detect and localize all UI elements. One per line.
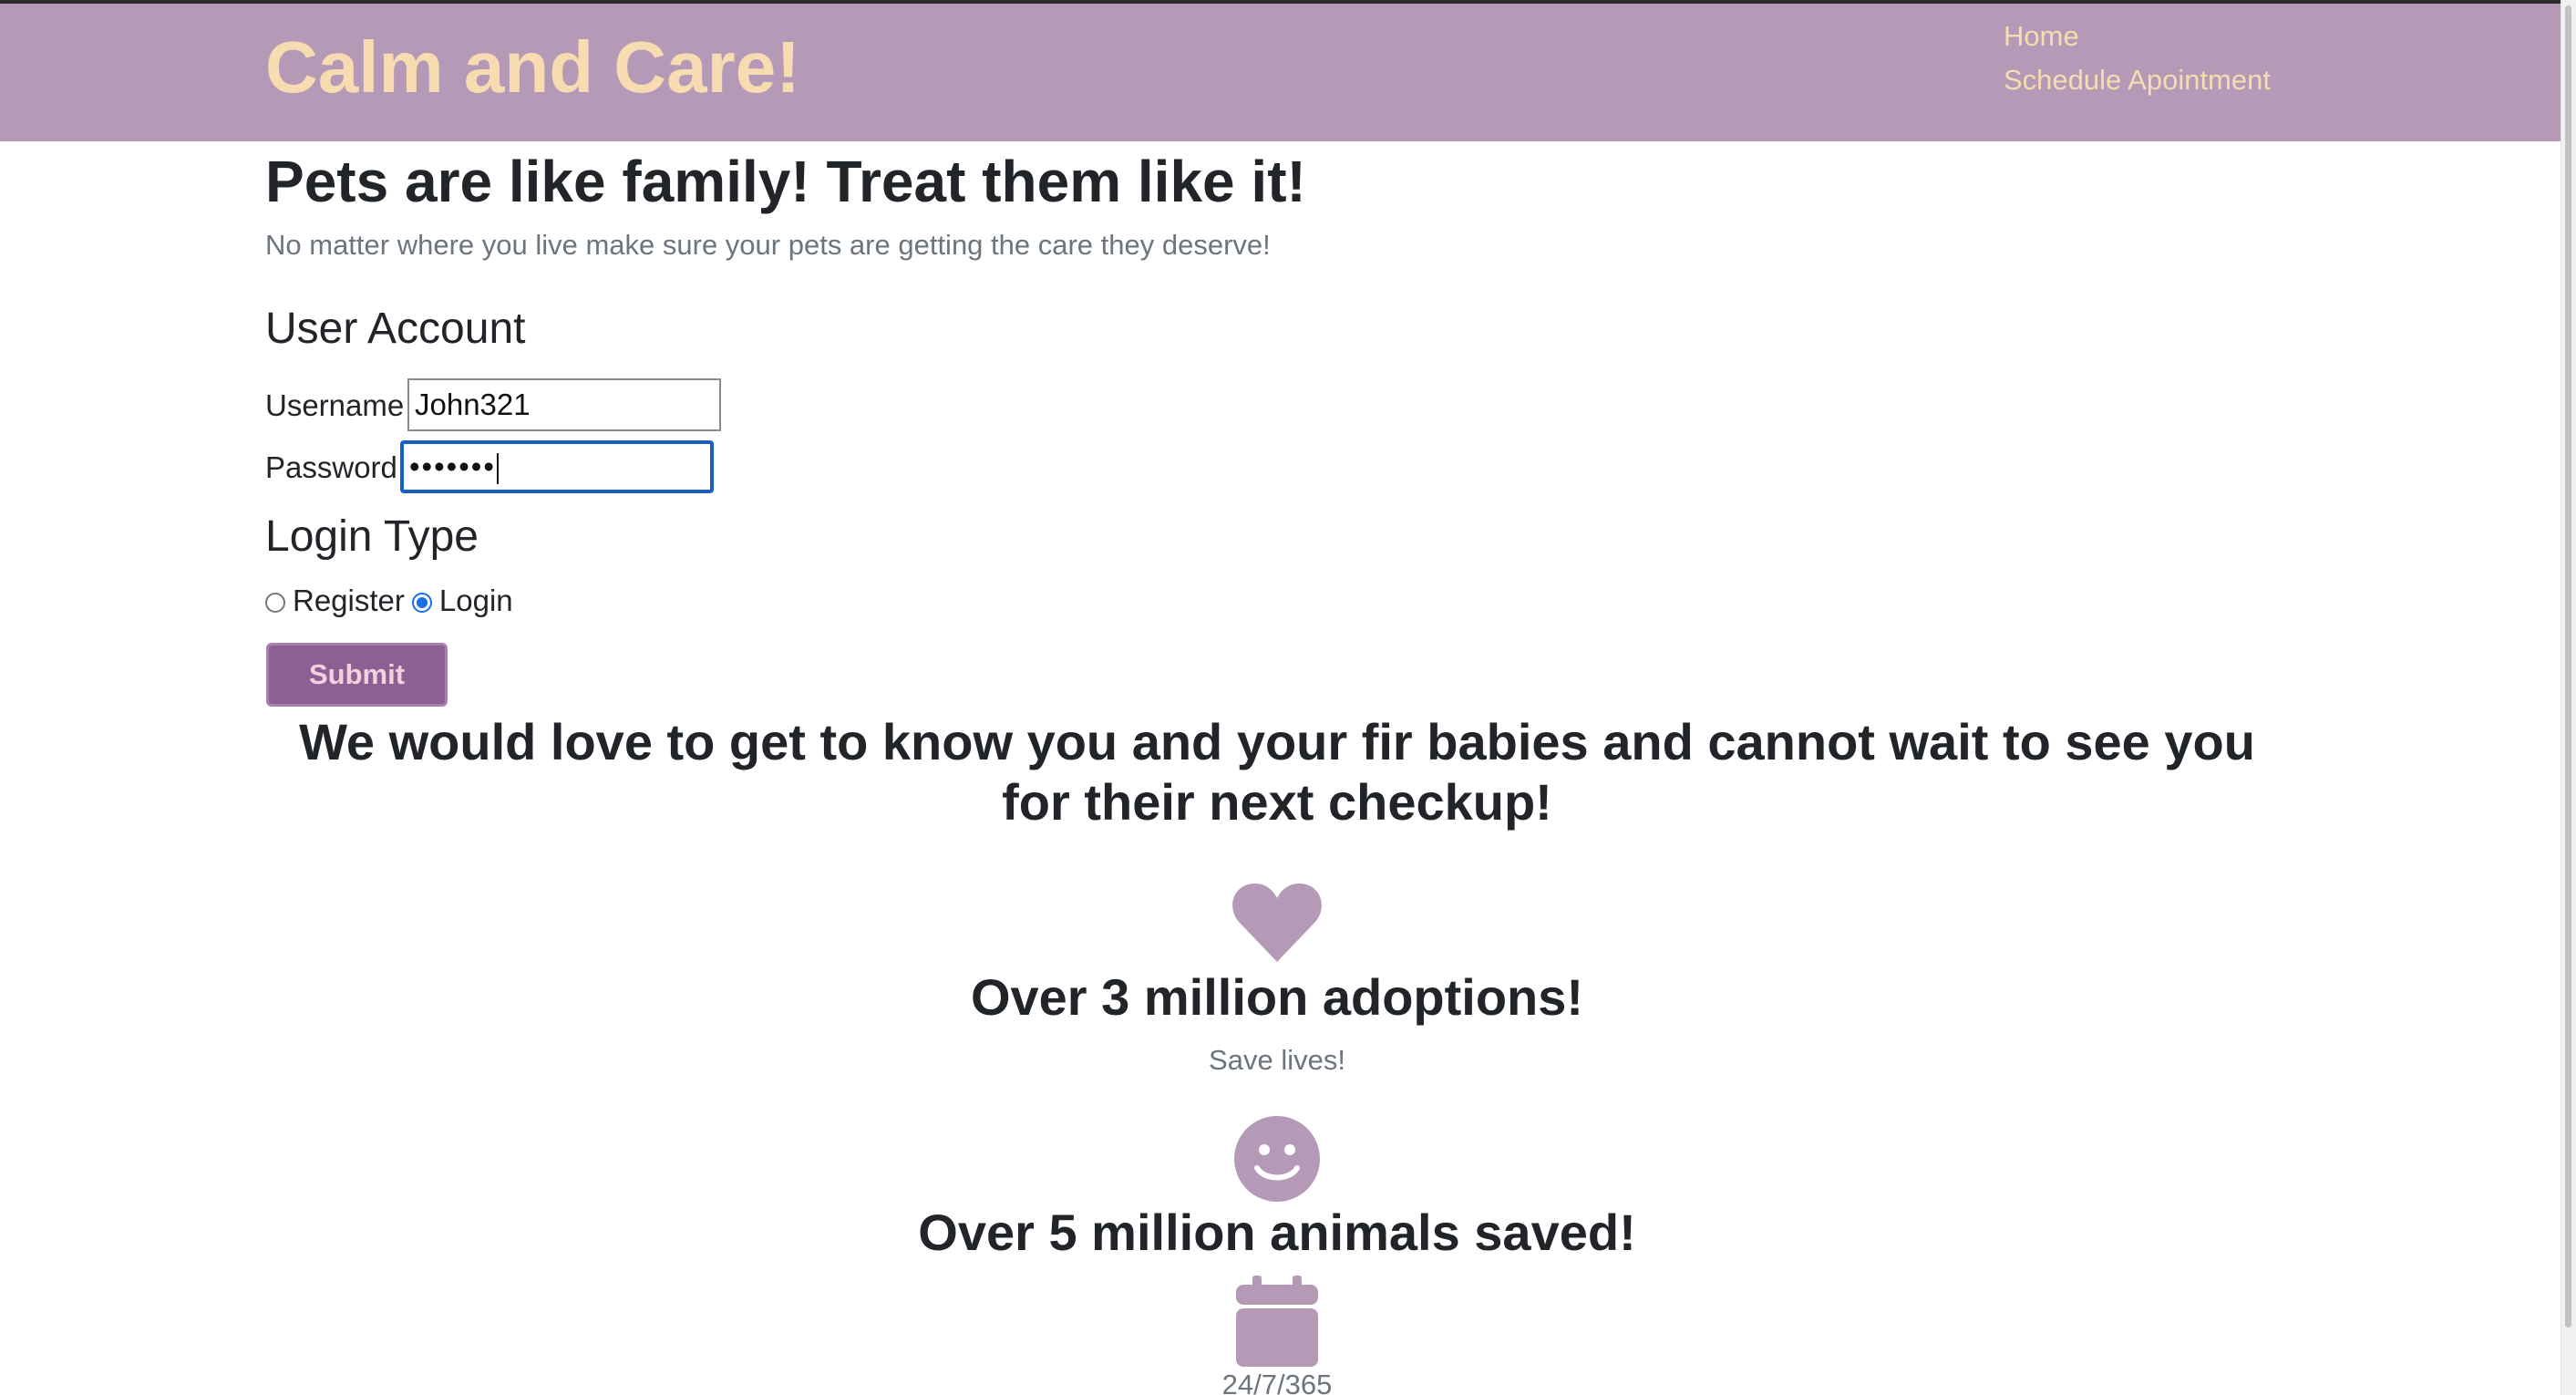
site-header: Calm and Care! Home Schedule Apointment xyxy=(0,4,2561,141)
login-radio[interactable] xyxy=(411,593,432,613)
user-account-heading: User Account xyxy=(265,305,526,353)
login-type-heading: Login Type xyxy=(265,512,479,561)
feature-text-availability: 24/7/365 xyxy=(1221,1369,1333,1395)
page: Calm and Care! Home Schedule Apointment … xyxy=(0,0,2576,1395)
heart-icon xyxy=(1232,884,1322,962)
password-value: ••••••• xyxy=(409,450,496,483)
vertical-scrollbar[interactable] xyxy=(2561,0,2576,1395)
register-radio-label[interactable]: Register xyxy=(293,584,405,617)
page-headline: Pets are like family! Treat them like it… xyxy=(265,149,1306,214)
feature-text-save-lives: Save lives! xyxy=(1209,1044,1345,1076)
invite-message: We would love to get to know you and you… xyxy=(299,713,2255,831)
password-input[interactable]: ••••••• xyxy=(400,440,714,493)
calendar-icon xyxy=(1236,1276,1318,1367)
nav-link-home[interactable]: Home xyxy=(2004,18,2079,55)
page-lead: No matter where you live make sure your … xyxy=(265,229,1271,261)
smile-icon xyxy=(1234,1116,1320,1202)
register-radio[interactable] xyxy=(265,593,285,613)
login-radio-label[interactable]: Login xyxy=(439,584,513,617)
text-caret xyxy=(496,453,499,485)
brand-title[interactable]: Calm and Care! xyxy=(265,24,800,111)
password-label: Password xyxy=(265,450,397,484)
login-type-options: Register Login xyxy=(265,583,520,619)
submit-button[interactable]: Submit xyxy=(266,643,448,707)
feature-title-adoptions: Over 3 million adoptions! xyxy=(970,968,1584,1026)
username-label: Username xyxy=(265,388,405,422)
nav-link-schedule-appointment[interactable]: Schedule Apointment xyxy=(2004,62,2271,98)
username-input[interactable]: John321 xyxy=(407,378,721,431)
scrollbar-thumb[interactable] xyxy=(2565,5,2571,1328)
feature-title-animals-saved: Over 5 million animals saved! xyxy=(918,1204,1636,1261)
